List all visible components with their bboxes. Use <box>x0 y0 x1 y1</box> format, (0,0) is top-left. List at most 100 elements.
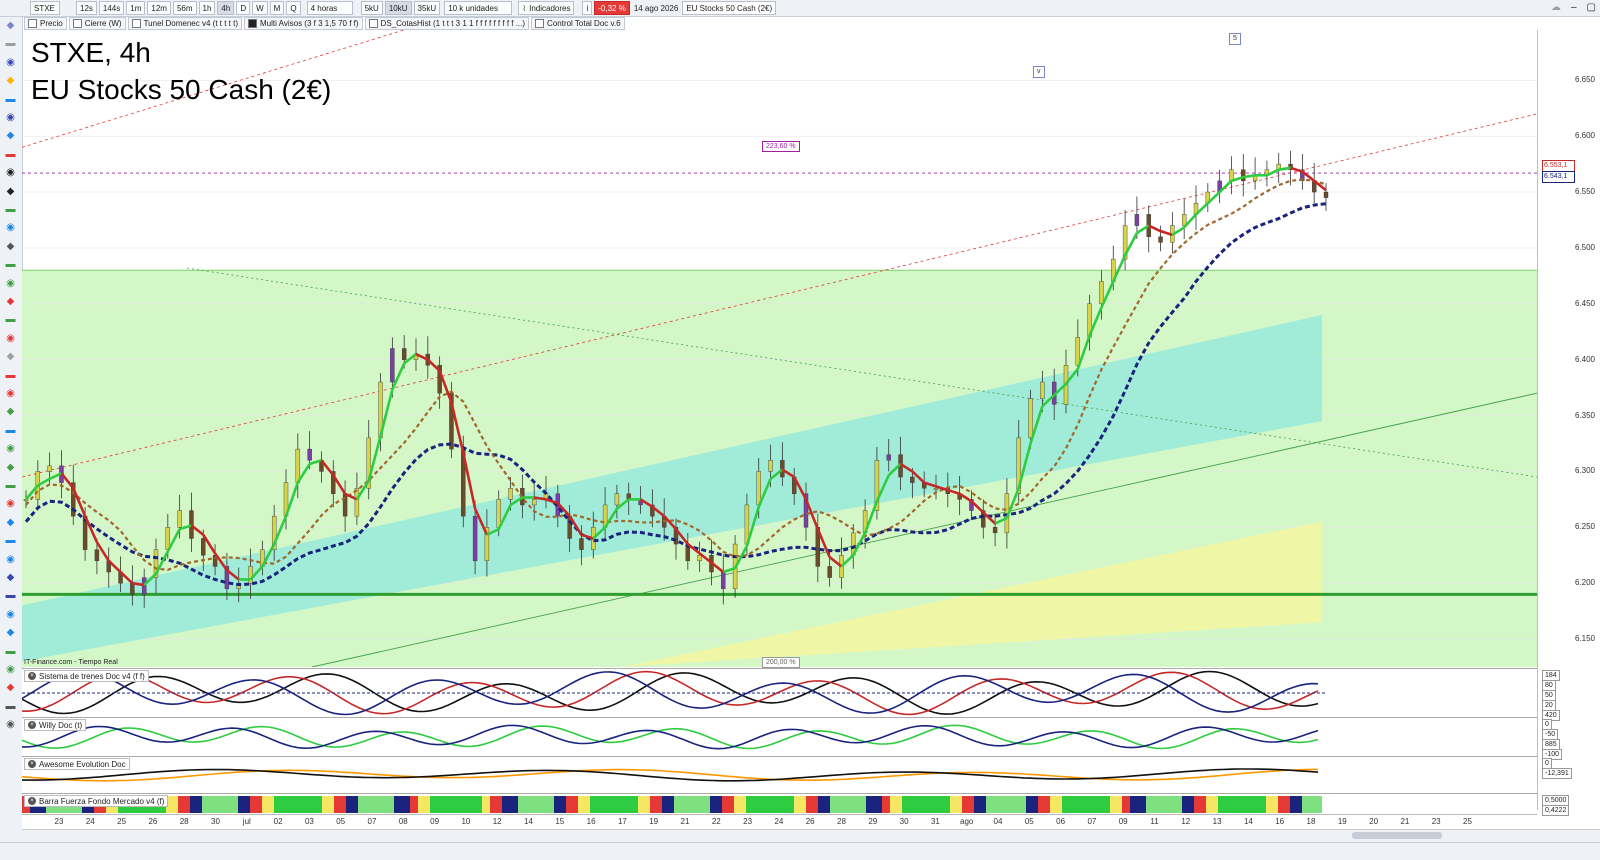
close-icon[interactable]: × <box>28 672 36 680</box>
close-icon[interactable]: × <box>28 760 36 768</box>
subpanel-willy-title[interactable]: ×Willy Doc (t) <box>24 719 86 731</box>
indicator-chip-5[interactable]: Control Total Doc v.6 <box>531 17 625 30</box>
indicator-chip-3[interactable]: Multi Avisos (3 f 3 1,5 70 f f) <box>244 17 363 30</box>
drawing-tool-7[interactable]: ▬ <box>4 150 17 160</box>
drawing-tool-9[interactable]: ◆ <box>4 187 17 197</box>
subpanel-awesome-title[interactable]: ×Awesome Evolution Doc <box>24 758 130 770</box>
maximize-icon[interactable]: ▢ <box>1587 2 1596 13</box>
indicator-chip-2[interactable]: Tunel Domenec v4 (t t t t t) <box>128 17 242 30</box>
close-icon[interactable]: × <box>28 797 36 805</box>
indicator-chip-1[interactable]: Cierre (W) <box>69 17 126 30</box>
horizontal-scrollbar[interactable] <box>22 829 1600 842</box>
subpanel-barra[interactable]: ×Barra Fuerza Fondo Mercado v4 (f) <box>22 793 1537 815</box>
drawing-tool-2[interactable]: ◉ <box>4 58 17 68</box>
drawing-tool-3[interactable]: ◆ <box>4 76 17 86</box>
drawing-tool-13[interactable]: ▬ <box>4 260 17 270</box>
subpanel-trenes-title[interactable]: ×Sistema de trenes Doc v4 (f f) <box>24 670 149 682</box>
drawing-tool-32[interactable]: ◉ <box>4 610 17 620</box>
volume-button-0[interactable]: 5kU <box>361 1 383 15</box>
drawing-tool-21[interactable]: ◆ <box>4 407 17 417</box>
scrollbar-thumb[interactable] <box>1352 832 1442 839</box>
timeframe-button-4[interactable]: 56m <box>173 1 197 15</box>
drawing-tool-35[interactable]: ◉ <box>4 665 17 675</box>
indicator-checkbox-4[interactable] <box>369 19 378 28</box>
barra-cell <box>522 796 526 813</box>
drawing-tool-31[interactable]: ▬ <box>4 591 17 601</box>
timeframe-button-7[interactable]: D <box>236 1 250 15</box>
minimize-icon[interactable]: – <box>1571 2 1577 13</box>
drawing-tool-6[interactable]: ◆ <box>4 131 17 141</box>
drawing-tool-23[interactable]: ◉ <box>4 444 17 454</box>
drawing-tool-26[interactable]: ◉ <box>4 499 17 509</box>
subpanel-barra-title[interactable]: ×Barra Fuerza Fondo Mercado v4 (f) <box>24 795 168 807</box>
drawing-tool-12[interactable]: ◆ <box>4 242 17 252</box>
drawing-tool-19[interactable]: ▬ <box>4 371 17 381</box>
drawing-tool-30[interactable]: ◆ <box>4 573 17 583</box>
info-icon[interactable]: i <box>582 1 592 15</box>
barra-cell <box>206 796 210 813</box>
indicator-chip-0[interactable]: Precio <box>24 17 67 30</box>
drawing-tool-38[interactable]: ◉ <box>4 720 17 730</box>
barra-cell <box>1122 796 1126 813</box>
wave-marker-5[interactable]: 5 <box>1229 33 1241 45</box>
price-chart[interactable] <box>22 30 1537 667</box>
drawing-tool-1[interactable]: ▬ <box>4 39 17 49</box>
cloud-icon[interactable]: ☁ <box>1551 2 1561 13</box>
barra-cell <box>742 796 746 813</box>
drawing-tool-11[interactable]: ◉ <box>4 223 17 233</box>
drawing-tool-22[interactable]: ▬ <box>4 426 17 436</box>
indicator-checkbox-3[interactable] <box>248 19 257 28</box>
barra-cell <box>1238 796 1242 813</box>
period-select[interactable]: 4 horas <box>307 1 353 15</box>
chart-title-instrument: EU Stocks 50 Cash (2€) <box>31 71 331 108</box>
subpanel-trenes[interactable]: ×Sistema de trenes Doc v4 (f f) <box>22 668 1537 717</box>
drawing-tool-16[interactable]: ▬ <box>4 315 17 325</box>
timeframe-button-6[interactable]: 4h <box>217 1 234 15</box>
indicator-checkbox-5[interactable] <box>535 19 544 28</box>
drawing-tool-0[interactable]: ◆ <box>4 21 17 31</box>
drawing-tool-20[interactable]: ◉ <box>4 389 17 399</box>
timeframe-button-10[interactable]: Q <box>286 1 300 15</box>
timeframe-button-1[interactable]: 144s <box>99 1 124 15</box>
wave-marker-v[interactable]: v <box>1033 66 1045 78</box>
timeframe-button-9[interactable]: M <box>270 1 285 15</box>
timeframe-button-0[interactable]: 12s <box>76 1 97 15</box>
indicator-checkbox-2[interactable] <box>132 19 141 28</box>
indicator-checkbox-0[interactable] <box>28 19 37 28</box>
volume-button-2[interactable]: 35kU <box>414 1 441 15</box>
drawing-tool-8[interactable]: ◉ <box>4 168 17 178</box>
time-label-45: 25 <box>1463 817 1472 826</box>
timeframe-button-8[interactable]: W <box>252 1 268 15</box>
drawing-tool-24[interactable]: ◆ <box>4 463 17 473</box>
drawing-tool-18[interactable]: ◆ <box>4 352 17 362</box>
drawing-tool-36[interactable]: ◆ <box>4 683 17 693</box>
time-label-33: 07 <box>1087 817 1096 826</box>
subpanel-willy[interactable]: ×Willy Doc (t) <box>22 717 1537 756</box>
drawing-tool-25[interactable]: ▬ <box>4 481 17 491</box>
close-icon[interactable]: × <box>28 721 36 729</box>
volume-button-1[interactable]: 10kU <box>385 1 412 15</box>
drawing-tool-15[interactable]: ◆ <box>4 297 17 307</box>
drawing-tool-37[interactable]: ▬ <box>4 702 17 712</box>
timeframe-button-5[interactable]: 1h <box>199 1 216 15</box>
symbol-select[interactable]: STXE <box>30 1 60 15</box>
timeframe-button-3[interactable]: 12m <box>147 1 171 15</box>
timeframe-button-2[interactable]: 1m <box>126 1 145 15</box>
drawing-tool-4[interactable]: ▬ <box>4 95 17 105</box>
indicator-chip-4[interactable]: DS_CotasHist (1 t t t 3 1 1 f f f f f f … <box>365 17 530 30</box>
drawing-tool-34[interactable]: ▬ <box>4 647 17 657</box>
drawing-tool-28[interactable]: ▬ <box>4 536 17 546</box>
drawing-tool-10[interactable]: ▬ <box>4 205 17 215</box>
subpanel-awesome[interactable]: ×Awesome Evolution Doc <box>22 756 1537 793</box>
indicators-button[interactable]: ⌇ Indicadores <box>518 1 574 15</box>
drawing-tool-5[interactable]: ◉ <box>4 113 17 123</box>
indicator-checkbox-1[interactable] <box>73 19 82 28</box>
time-axis[interactable]: 232425262830jul0203050708091012141516171… <box>22 814 1537 829</box>
drawing-tool-27[interactable]: ◆ <box>4 518 17 528</box>
units-select[interactable]: 10 k unidades <box>444 1 512 15</box>
barra-cell <box>606 796 610 813</box>
drawing-tool-29[interactable]: ◉ <box>4 555 17 565</box>
drawing-tool-33[interactable]: ◆ <box>4 628 17 638</box>
drawing-tool-17[interactable]: ◉ <box>4 334 17 344</box>
drawing-tool-14[interactable]: ◉ <box>4 279 17 289</box>
